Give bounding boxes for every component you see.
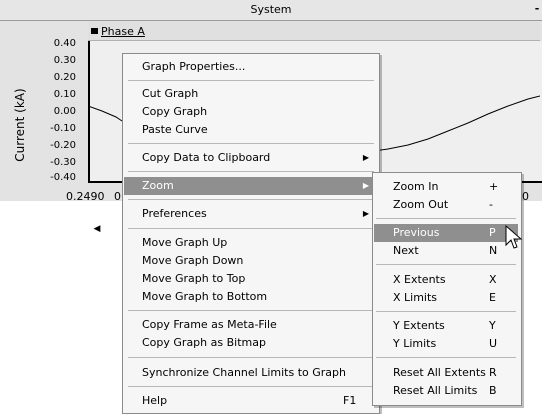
mouse-pointer-icon xyxy=(505,225,523,249)
zoom-out-item[interactable]: Zoom Out xyxy=(393,196,448,214)
y-tick-label: 0.40 xyxy=(53,38,76,49)
minimize-icon[interactable]: - xyxy=(532,0,542,20)
menu-item-move-graph-to-bottom[interactable]: Move Graph to Bottom xyxy=(124,288,372,306)
reset-all-extents-item[interactable]: Reset All Extents xyxy=(393,364,486,382)
reset-all-limits-item[interactable]: Reset All Limits xyxy=(393,382,477,400)
y-tick-label: -0.20 xyxy=(50,140,76,151)
zoom-in-item[interactable]: Zoom In xyxy=(393,178,438,196)
y-limits-item[interactable]: Y Limits xyxy=(393,335,436,353)
help-shortcut: F1 xyxy=(343,394,357,407)
menu-item-cut-graph[interactable]: Cut Graph xyxy=(124,85,372,103)
x-extents-item[interactable]: X Extents xyxy=(393,271,446,289)
y-tick-label: -0.10 xyxy=(50,123,76,134)
y-tick-label: 0.10 xyxy=(53,89,76,100)
menu-item-synchronize-channel-limits[interactable]: Synchronize Channel Limits to Graph xyxy=(124,364,372,382)
menu-item-copy-graph[interactable]: Copy Graph xyxy=(124,103,372,121)
y-tick-label: 0.20 xyxy=(53,72,76,83)
submenu-arrow-icon: ▶ xyxy=(362,153,370,162)
menu-separator xyxy=(376,357,516,358)
zoom-in-key: + xyxy=(489,180,499,193)
menu-item-paste-curve[interactable]: Paste Curve xyxy=(124,121,372,139)
menu-item-move-graph-up[interactable]: Move Graph Up xyxy=(124,234,372,252)
x-limits-key: E xyxy=(489,291,496,304)
graph-header[interactable] xyxy=(88,22,540,41)
menu-separator xyxy=(128,199,374,200)
previous-label: Previous xyxy=(393,226,440,239)
menu-separator xyxy=(128,171,374,172)
scroll-left-icon[interactable]: ◀ xyxy=(92,223,102,235)
x-extents-key: X xyxy=(489,273,497,286)
next-item[interactable]: Next xyxy=(393,242,419,260)
x-axis-start-label: 0.2490 xyxy=(66,190,105,203)
menu-separator xyxy=(128,386,374,387)
menu-item-copy-data-to-clipboard[interactable]: Copy Data to Clipboard xyxy=(124,149,372,167)
y-tick-label: -0.30 xyxy=(50,157,76,168)
menu-separator xyxy=(128,80,374,81)
menu-item-move-graph-down[interactable]: Move Graph Down xyxy=(124,252,372,270)
x-axis-end-label: 0 xyxy=(522,190,529,203)
menu-separator xyxy=(376,218,516,219)
y-tick-label: -0.40 xyxy=(50,172,76,183)
reset-all-limits-key: B xyxy=(489,384,497,397)
y-limits-key: U xyxy=(489,337,498,350)
menu-item-preferences[interactable]: Preferences xyxy=(124,205,372,223)
x-limits-item[interactable]: X Limits xyxy=(393,289,437,307)
y-extents-item[interactable]: Y Extents xyxy=(393,317,445,335)
y-axis-label: Current (kA) xyxy=(13,88,27,162)
menu-item-help[interactable]: Help xyxy=(124,392,342,410)
y-extents-key: Y xyxy=(489,319,496,332)
menu-item-graph-properties[interactable]: Graph Properties... xyxy=(124,58,372,76)
series-swatch-icon xyxy=(91,28,98,34)
menu-separator xyxy=(128,228,374,229)
menu-separator xyxy=(376,264,516,265)
menu-separator xyxy=(376,311,516,312)
menu-item-copy-graph-as-bitmap[interactable]: Copy Graph as Bitmap xyxy=(124,334,372,352)
x-axis-tick-label: 0 xyxy=(114,190,121,203)
window-title: System xyxy=(250,3,292,16)
menu-item-copy-frame-as-meta-file[interactable]: Copy Frame as Meta-File xyxy=(124,316,372,334)
submenu-arrow-icon: ▶ xyxy=(362,181,370,190)
graph-name-link[interactable]: Phase A xyxy=(101,24,145,40)
y-tick-label: 0.30 xyxy=(53,55,76,66)
y-tick-label: 0.00 xyxy=(53,106,76,117)
menu-item-zoom[interactable]: Zoom xyxy=(124,177,394,195)
menu-separator xyxy=(128,310,374,311)
menu-item-move-graph-to-top[interactable]: Move Graph to Top xyxy=(124,270,372,288)
zoom-out-key: - xyxy=(489,198,493,211)
menu-separator xyxy=(128,143,374,144)
menu-separator xyxy=(128,357,374,358)
reset-all-extents-key: R xyxy=(489,366,497,379)
submenu-arrow-icon: ▶ xyxy=(362,209,370,218)
